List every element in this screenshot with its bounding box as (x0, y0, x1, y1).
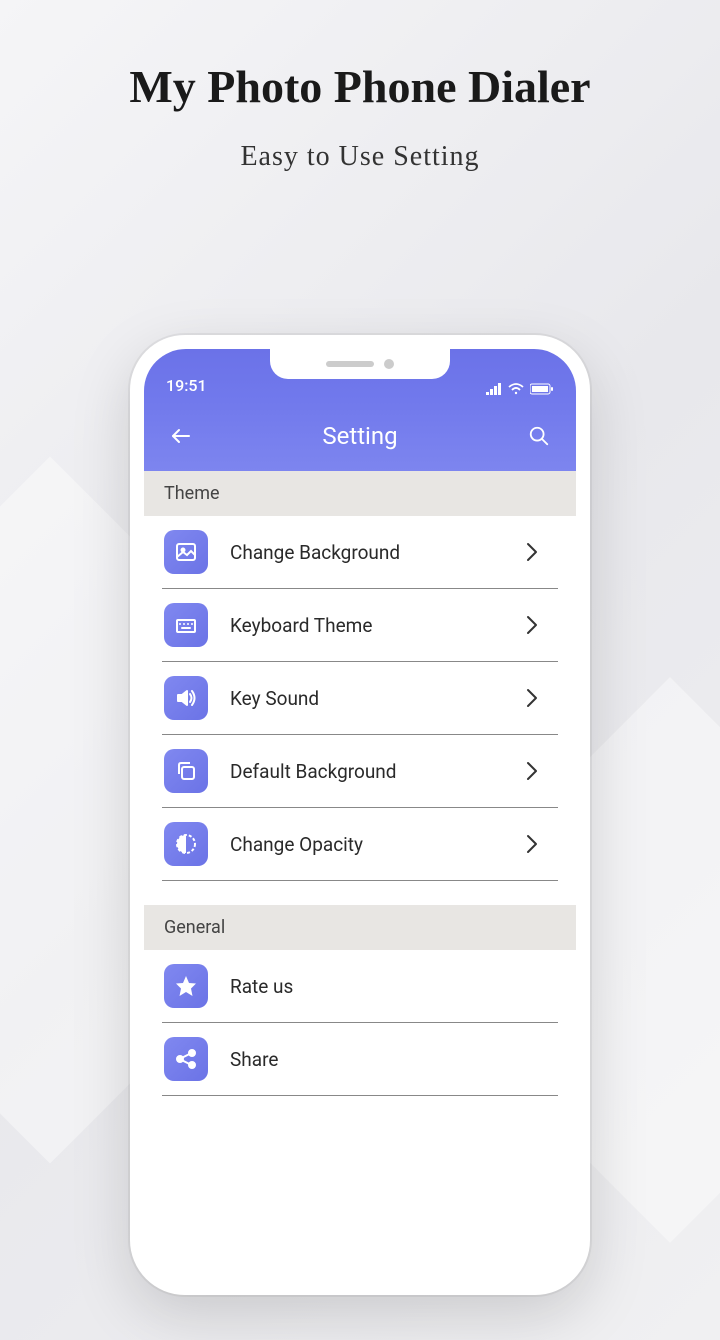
section-header-theme: Theme (144, 471, 576, 516)
keyboard-icon (164, 603, 208, 647)
chevron-right-icon (526, 615, 538, 635)
sound-icon (164, 676, 208, 720)
item-label: Share (230, 1048, 538, 1071)
item-keyboard-theme[interactable]: Keyboard Theme (162, 589, 558, 662)
item-rate-us[interactable]: Rate us (162, 950, 558, 1023)
item-label: Keyboard Theme (230, 614, 504, 637)
star-icon (164, 964, 208, 1008)
wifi-icon (508, 383, 524, 395)
share-icon (164, 1037, 208, 1081)
item-label: Rate us (230, 975, 538, 998)
item-share[interactable]: Share (162, 1023, 558, 1096)
search-icon (528, 425, 550, 447)
chevron-right-icon (526, 761, 538, 781)
chevron-right-icon (526, 688, 538, 708)
chevron-right-icon (526, 834, 538, 854)
promo-title: My Photo Phone Dialer (0, 60, 720, 113)
item-label: Key Sound (230, 687, 504, 710)
signal-icon (486, 383, 502, 395)
chevron-right-icon (526, 542, 538, 562)
promo-subtitle: Easy to Use Setting (0, 141, 720, 173)
phone-frame: 19:51 Setting Theme Change Background (130, 335, 590, 1295)
item-label: Change Background (230, 541, 504, 564)
battery-icon (530, 383, 554, 395)
arrow-left-icon (169, 424, 193, 448)
copy-icon (164, 749, 208, 793)
phone-notch (270, 349, 450, 379)
item-label: Default Background (230, 760, 504, 783)
opacity-icon (164, 822, 208, 866)
item-change-opacity[interactable]: Change Opacity (162, 808, 558, 881)
item-label: Change Opacity (230, 833, 504, 856)
image-icon (164, 530, 208, 574)
status-time: 19:51 (166, 376, 207, 395)
back-button[interactable] (166, 421, 196, 451)
section-header-general: General (144, 905, 576, 950)
item-default-background[interactable]: Default Background (162, 735, 558, 808)
header-title: Setting (196, 422, 524, 450)
app-header: Setting (144, 401, 576, 471)
search-button[interactable] (524, 421, 554, 451)
item-key-sound[interactable]: Key Sound (162, 662, 558, 735)
item-change-background[interactable]: Change Background (162, 516, 558, 589)
